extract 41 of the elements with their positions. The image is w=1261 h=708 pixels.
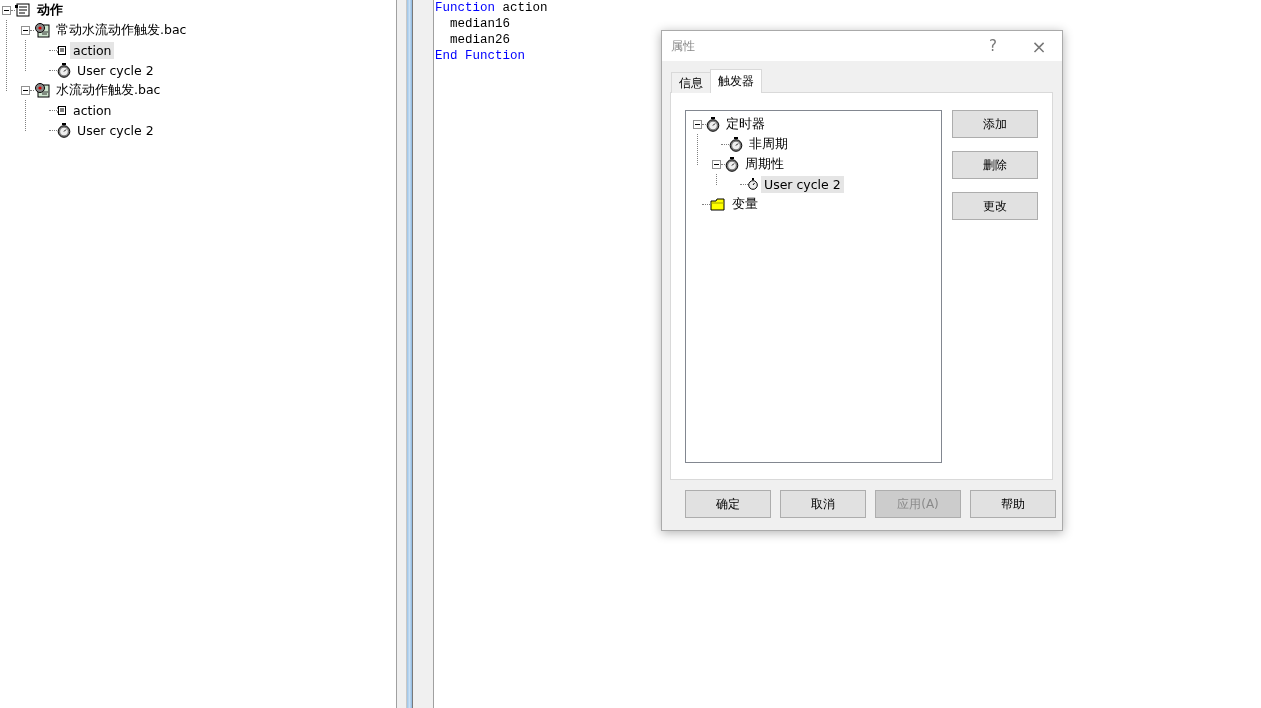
dialog-button[interactable]: 取消 (780, 490, 866, 518)
stopwatch-icon (725, 156, 739, 172)
stopwatch-icon (748, 178, 758, 190)
gear-document-icon (34, 82, 50, 98)
window-title: 属性 (671, 37, 696, 55)
code-line: median16 (449, 16, 510, 32)
tree-item[interactable]: 常动水流动作触发.bac (53, 20, 190, 40)
dialog-button[interactable]: 帮助 (970, 490, 1056, 518)
collapse-toggle[interactable] (21, 85, 30, 95)
code-line: Function action (435, 0, 548, 16)
tab[interactable]: 触发器 (710, 69, 762, 93)
collapse-toggle[interactable] (2, 5, 11, 15)
tree-item[interactable]: User cycle 2 (74, 121, 157, 139)
tree-item[interactable]: 非周期 (746, 134, 791, 154)
tree-item[interactable]: action (70, 41, 115, 59)
collapse-toggle[interactable] (693, 119, 702, 129)
stopwatch-icon (706, 116, 720, 132)
gear-document-icon (34, 22, 50, 38)
tree-item[interactable]: action (70, 101, 115, 119)
close-button[interactable]: × (1016, 31, 1062, 61)
collapse-toggle[interactable] (21, 25, 30, 35)
script-icon (57, 105, 67, 115)
tab[interactable]: 信息 (671, 72, 711, 93)
collapse-toggle[interactable] (712, 159, 721, 169)
side-button[interactable]: 添加 (952, 110, 1038, 138)
tree-item[interactable]: 变量 (729, 194, 761, 214)
side-button[interactable]: 更改 (952, 192, 1038, 220)
tree-item[interactable]: 周期性 (742, 154, 787, 174)
code-line: median26 (449, 32, 510, 48)
help-button[interactable]: ? (970, 31, 1016, 61)
tree-item[interactable]: 水流动作触发.bac (53, 80, 164, 100)
dialog-button[interactable]: 确定 (685, 490, 771, 518)
code-line: End Function (435, 48, 525, 64)
tree-item[interactable]: User cycle 2 (74, 61, 157, 79)
tree-item[interactable]: User cycle 2 (761, 175, 844, 193)
side-button[interactable]: 删除 (952, 151, 1038, 179)
folder-icon (710, 197, 726, 211)
script-icon (57, 45, 67, 55)
tree-item[interactable]: 定时器 (723, 114, 768, 134)
script-icon (15, 3, 31, 17)
tree-item[interactable]: 动作 (34, 0, 66, 20)
